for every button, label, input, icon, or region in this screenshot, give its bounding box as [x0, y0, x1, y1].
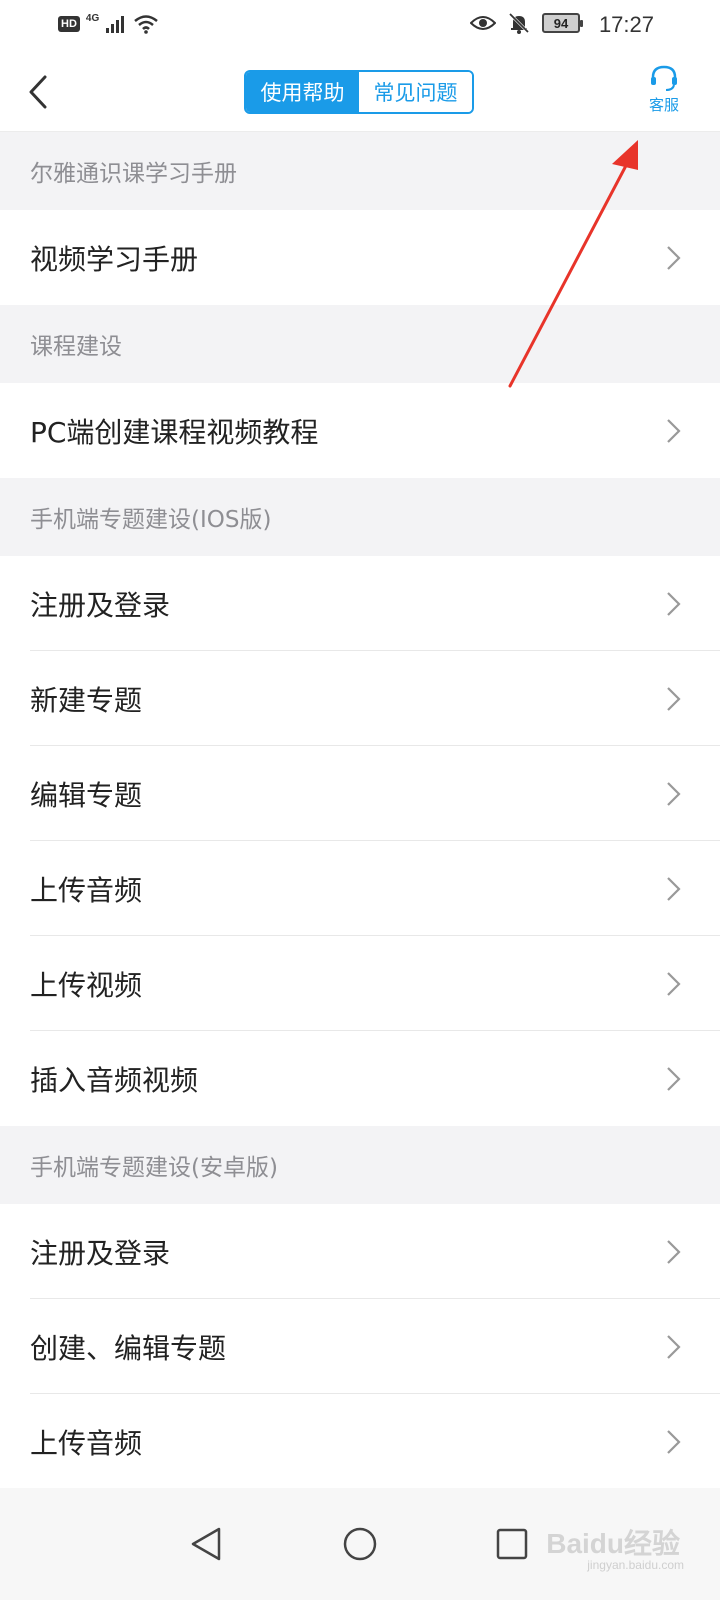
list-item[interactable]: 注册及登录	[0, 1204, 720, 1299]
network-type: 4G	[85, 12, 100, 24]
section-header: 手机端专题建设(IOS版)	[0, 478, 720, 556]
list-item[interactable]: 视频学习手册	[0, 210, 720, 305]
eye-icon	[470, 16, 496, 30]
section-header: 手机端专题建设(安卓版)	[0, 1126, 720, 1204]
status-time: 17:27	[598, 12, 654, 37]
circle-home-icon	[343, 1527, 377, 1561]
system-nav-bar: Baidu经验 jingyan.baidu.com	[0, 1488, 720, 1600]
chevron-right-icon	[667, 782, 681, 806]
list-item-label: 注册及登录	[30, 588, 171, 622]
chevron-right-icon	[667, 1335, 681, 1359]
list-item-label: 上传音频	[30, 1426, 143, 1460]
list-item-label: 创建、编辑专题	[30, 1331, 227, 1365]
nav-home-button[interactable]	[330, 1514, 390, 1574]
chevron-right-icon	[667, 592, 681, 616]
nav-recents-button[interactable]	[482, 1514, 542, 1574]
list-item[interactable]: 上传音频	[0, 1394, 720, 1489]
tab-faq[interactable]: 常见问题	[359, 72, 472, 112]
list-item[interactable]: 上传音频	[0, 841, 720, 936]
list-item[interactable]: 创建、编辑专题	[0, 1299, 720, 1394]
mute-bell-icon	[508, 12, 530, 34]
list-item-label: 上传视频	[30, 968, 143, 1002]
list-item-label: 上传音频	[30, 873, 143, 907]
hd-badge: HD	[58, 16, 80, 32]
chevron-right-icon	[667, 1430, 681, 1454]
section-header: 尔雅通识课学习手册	[0, 132, 720, 210]
customer-service-button[interactable]: 客服	[640, 64, 688, 122]
battery-indicator: 94	[542, 13, 583, 33]
list-item[interactable]: 注册及登录	[0, 556, 720, 651]
chevron-right-icon	[667, 1067, 681, 1091]
list-item[interactable]: 上传视频	[0, 936, 720, 1031]
help-list: 尔雅通识课学习手册 视频学习手册 课程建设 PC端创建课程视频教程 手机端专题建…	[0, 132, 720, 1489]
status-right: 94	[470, 12, 583, 34]
watermark-logo: Baidu经验	[546, 1528, 680, 1559]
chevron-right-icon	[667, 246, 681, 270]
segmented-tabs: 使用帮助 常见问题	[244, 70, 474, 114]
list-item[interactable]: 编辑专题	[0, 746, 720, 841]
chevron-right-icon	[667, 1240, 681, 1264]
list-item[interactable]: 插入音频视频	[0, 1031, 720, 1126]
square-recents-icon	[496, 1528, 528, 1560]
back-arrow-icon	[29, 75, 47, 109]
section-header: 课程建设	[0, 305, 720, 383]
triangle-back-icon	[191, 1527, 221, 1561]
list-item-label: 新建专题	[30, 683, 143, 717]
list-item-label: 编辑专题	[30, 778, 143, 812]
signal-icon	[106, 16, 125, 33]
list-item[interactable]: PC端创建课程视频教程	[0, 383, 720, 478]
customer-service-label: 客服	[648, 96, 679, 114]
list-item[interactable]: 新建专题	[0, 651, 720, 746]
top-nav-bar: 使用帮助 常见问题 客服	[0, 54, 720, 132]
status-bar: HD 4G 94 17:27	[0, 0, 720, 54]
status-left: HD 4G	[58, 12, 159, 34]
chevron-right-icon	[667, 687, 681, 711]
chevron-right-icon	[667, 877, 681, 901]
chevron-right-icon	[667, 972, 681, 996]
tab-usage-help[interactable]: 使用帮助	[246, 72, 359, 112]
nav-back-button[interactable]	[176, 1514, 236, 1574]
list-item-label: 注册及登录	[30, 1236, 171, 1270]
watermark-url: jingyan.baidu.com	[587, 1558, 684, 1572]
chevron-right-icon	[667, 419, 681, 443]
list-item-label: 插入音频视频	[30, 1063, 199, 1097]
back-button[interactable]	[18, 70, 58, 114]
headset-icon	[651, 65, 677, 91]
wifi-icon	[134, 15, 159, 34]
list-item-label: PC端创建课程视频教程	[30, 415, 319, 449]
list-item-label: 视频学习手册	[30, 242, 199, 276]
